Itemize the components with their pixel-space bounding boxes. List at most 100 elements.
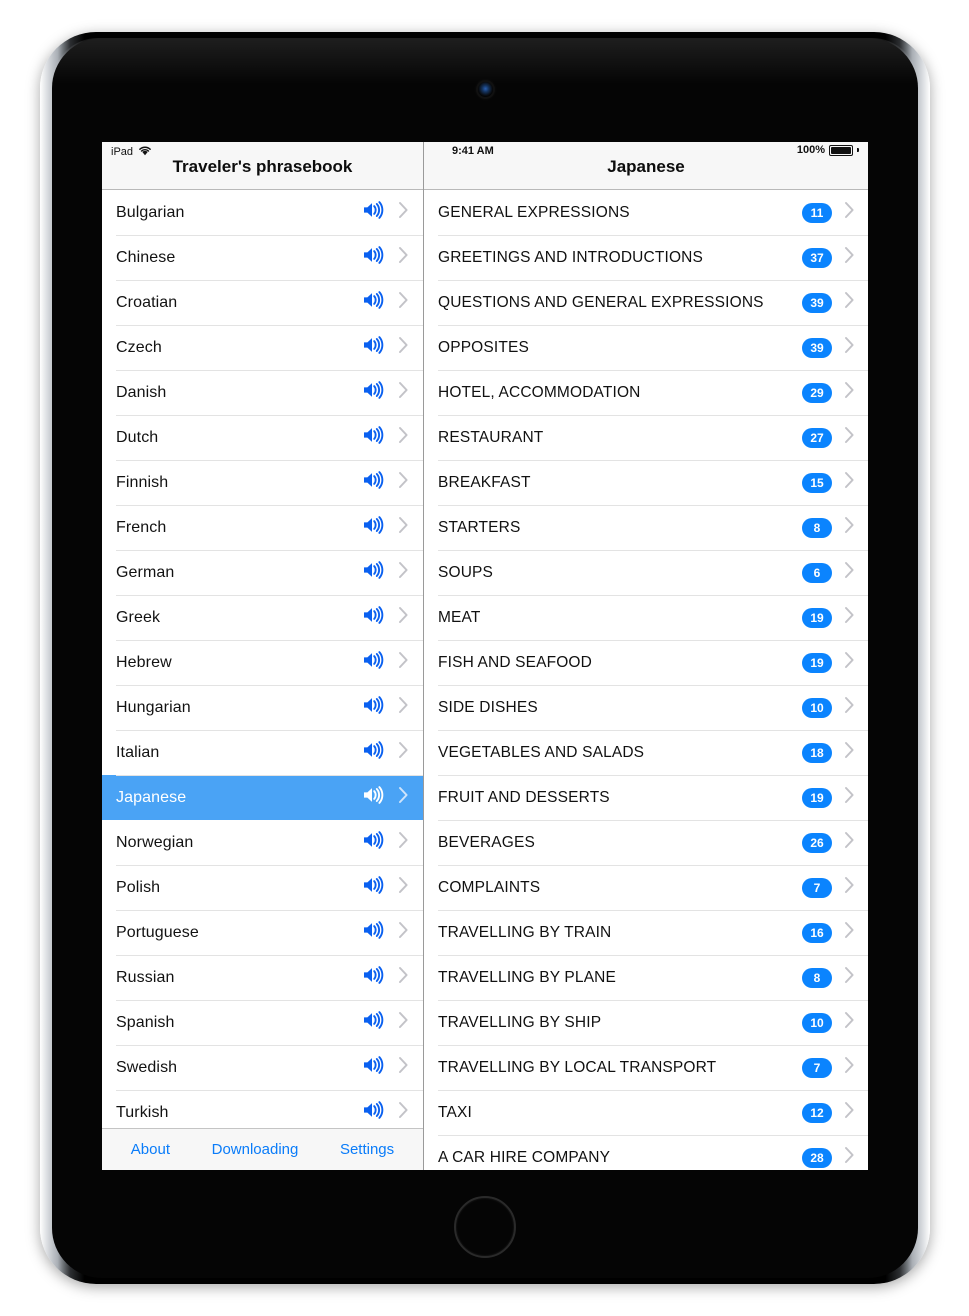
chevron-right-icon [844, 1056, 855, 1079]
category-row[interactable]: TAXI 12 [424, 1090, 868, 1135]
downloading-button[interactable]: Downloading [208, 1139, 303, 1160]
category-list[interactable]: GENERAL EXPRESSIONS 11 GREETINGS AND INTRO… [424, 190, 868, 1170]
category-row[interactable]: RESTAURANT 27 [424, 415, 868, 460]
category-name: COMPLAINTS [438, 878, 541, 896]
speaker-icon[interactable] [362, 201, 384, 224]
phrase-count-badge: 8 [802, 967, 832, 988]
language-row[interactable]: Norwegian [102, 820, 423, 865]
battery-nub-icon [857, 148, 859, 152]
status-bar-clock: 9:41 AM [452, 145, 494, 157]
category-row[interactable]: BREAKFAST 15 [424, 460, 868, 505]
settings-button[interactable]: Settings [336, 1139, 398, 1160]
category-row[interactable]: QUESTIONS AND GENERAL EXPRESSIONS 39 [424, 280, 868, 325]
speaker-icon[interactable] [362, 246, 384, 269]
speaker-icon[interactable] [362, 1011, 384, 1034]
category-row[interactable]: SIDE DISHES 10 [424, 685, 868, 730]
language-row[interactable]: German [102, 550, 423, 595]
language-name: Croatian [116, 293, 178, 311]
speaker-icon[interactable] [362, 741, 384, 764]
language-row[interactable]: Hungarian [102, 685, 423, 730]
language-row[interactable]: French [102, 505, 423, 550]
category-name: A CAR HIRE COMPANY [438, 1148, 611, 1166]
language-row[interactable]: Chinese [102, 235, 423, 280]
category-row[interactable]: SOUPS 6 [424, 550, 868, 595]
language-row[interactable]: Bulgarian [102, 190, 423, 235]
speaker-icon[interactable] [362, 651, 384, 674]
language-row[interactable]: Greek [102, 595, 423, 640]
speaker-icon[interactable] [362, 876, 384, 899]
category-row[interactable]: BEVERAGES 26 [424, 820, 868, 865]
speaker-icon[interactable] [362, 471, 384, 494]
chevron-right-icon [844, 921, 855, 944]
speaker-icon[interactable] [362, 786, 384, 809]
language-row[interactable]: Spanish [102, 1000, 423, 1045]
category-name: TRAVELLING BY PLANE [438, 968, 617, 986]
category-row[interactable]: TRAVELLING BY LOCAL TRANSPORT 7 [424, 1045, 868, 1090]
category-name: SOUPS [438, 563, 494, 581]
category-row[interactable]: TRAVELLING BY PLANE 8 [424, 955, 868, 1000]
language-row[interactable]: Russian [102, 955, 423, 1000]
language-name: French [116, 518, 167, 536]
category-row[interactable]: OPPOSITES 39 [424, 325, 868, 370]
front-camera-icon [478, 82, 493, 97]
category-row[interactable]: FRUIT AND DESSERTS 19 [424, 775, 868, 820]
chevron-right-icon [398, 786, 409, 809]
category-row[interactable]: GREETINGS AND INTRODUCTIONS 37 [424, 235, 868, 280]
language-row[interactable]: Finnish [102, 460, 423, 505]
speaker-icon[interactable] [362, 696, 384, 719]
language-row[interactable]: Swedish [102, 1045, 423, 1090]
speaker-icon[interactable] [362, 381, 384, 404]
category-row[interactable]: HOTEL, ACCOMMODATION 29 [424, 370, 868, 415]
language-name: Spanish [116, 1013, 175, 1031]
speaker-icon[interactable] [362, 1101, 384, 1124]
speaker-icon[interactable] [362, 516, 384, 539]
chevron-right-icon [398, 606, 409, 629]
language-row[interactable]: Japanese [102, 775, 423, 820]
category-row[interactable]: TRAVELLING BY TRAIN 16 [424, 910, 868, 955]
category-name: RESTAURANT [438, 428, 544, 446]
category-row[interactable]: FISH AND SEAFOOD 19 [424, 640, 868, 685]
status-bar-battery: 100% [797, 144, 859, 156]
chevron-right-icon [398, 696, 409, 719]
language-row[interactable]: Polish [102, 865, 423, 910]
battery-full-icon [829, 144, 853, 156]
language-row[interactable]: Czech [102, 325, 423, 370]
category-row[interactable]: COMPLAINTS 7 [424, 865, 868, 910]
category-name: TAXI [438, 1103, 472, 1121]
language-row[interactable]: Portuguese [102, 910, 423, 955]
language-row[interactable]: Danish [102, 370, 423, 415]
phrase-count-badge: 12 [802, 1102, 832, 1123]
language-row[interactable]: Turkish [102, 1090, 423, 1128]
phrase-count-badge: 7 [802, 1057, 832, 1078]
speaker-icon[interactable] [362, 1056, 384, 1079]
language-row[interactable]: Hebrew [102, 640, 423, 685]
speaker-icon[interactable] [362, 426, 384, 449]
speaker-icon[interactable] [362, 291, 384, 314]
language-name: Polish [116, 878, 161, 896]
category-row[interactable]: STARTERS 8 [424, 505, 868, 550]
category-row[interactable]: GENERAL EXPRESSIONS 11 [424, 190, 868, 235]
language-list[interactable]: Bulgarian Chinese Croatian Czech Danish Dutch… [102, 190, 423, 1128]
speaker-icon[interactable] [362, 606, 384, 629]
chevron-right-icon [844, 201, 855, 224]
home-button[interactable] [454, 1196, 516, 1258]
language-name: Chinese [116, 248, 176, 266]
category-row[interactable]: VEGETABLES AND SALADS 18 [424, 730, 868, 775]
about-button[interactable]: About [127, 1139, 174, 1160]
speaker-icon[interactable] [362, 831, 384, 854]
category-row[interactable]: A CAR HIRE COMPANY 28 [424, 1135, 868, 1170]
category-name: STARTERS [438, 518, 521, 536]
language-name: Danish [116, 383, 167, 401]
speaker-icon[interactable] [362, 921, 384, 944]
language-row[interactable]: Croatian [102, 280, 423, 325]
phrase-count-badge: 19 [802, 652, 832, 673]
speaker-icon[interactable] [362, 966, 384, 989]
right-navigation-bar: 9:41 AM 100% Japanese [424, 142, 868, 190]
language-row[interactable]: Dutch [102, 415, 423, 460]
category-row[interactable]: MEAT 19 [424, 595, 868, 640]
language-row[interactable]: Italian [102, 730, 423, 775]
speaker-icon[interactable] [362, 561, 384, 584]
category-row[interactable]: TRAVELLING BY SHIP 10 [424, 1000, 868, 1045]
chevron-right-icon [398, 921, 409, 944]
speaker-icon[interactable] [362, 336, 384, 359]
